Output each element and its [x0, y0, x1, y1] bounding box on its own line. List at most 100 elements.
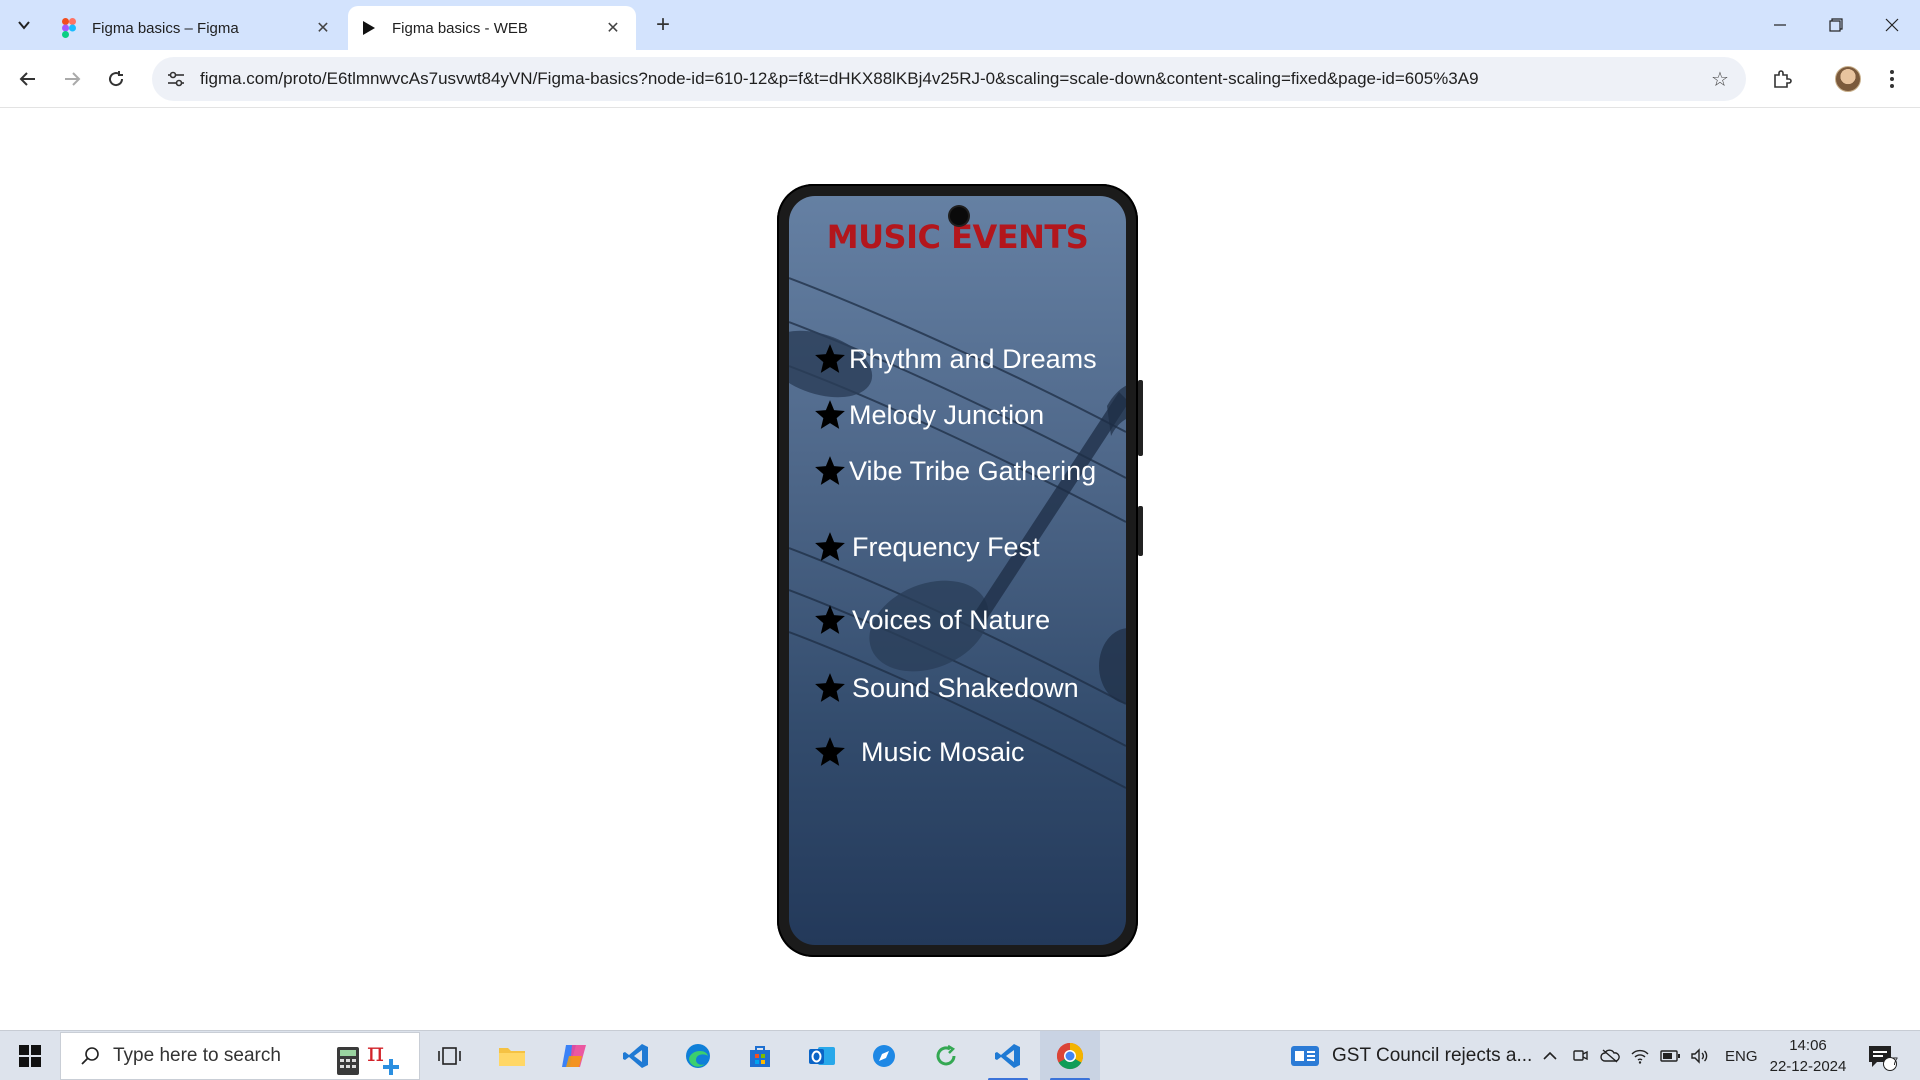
taskbar-vscode-open[interactable] — [978, 1031, 1038, 1080]
menu-button[interactable] — [1876, 63, 1908, 95]
taskbar-outlook[interactable] — [792, 1031, 852, 1080]
window-controls — [1752, 0, 1920, 50]
event-item-voices-of-nature[interactable]: Voices of Nature — [811, 601, 1050, 639]
news-widget[interactable]: GST Council rejects a... — [1290, 1031, 1532, 1080]
taskbar-edge[interactable] — [668, 1031, 728, 1080]
event-label: Melody Junction — [849, 399, 1045, 430]
search-highlight-icon: π — [337, 1038, 399, 1075]
event-item-frequency-fest[interactable]: Frequency Fest — [811, 528, 1040, 566]
close-icon[interactable]: ✕ — [602, 17, 624, 39]
start-button[interactable] — [0, 1031, 60, 1080]
meeting-icon[interactable] — [1567, 1043, 1593, 1069]
star-icon — [811, 452, 849, 490]
tab-figma-basics-web[interactable]: Figma basics - WEB ✕ — [348, 6, 636, 50]
phone-screen: MUSIC EVENTS Rhythm and Dreams Melody Ju… — [789, 196, 1126, 945]
vscode-icon — [995, 1044, 1020, 1068]
event-item-sound-shakedown[interactable]: Sound Shakedown — [811, 669, 1079, 707]
close-window-button[interactable] — [1864, 0, 1920, 50]
back-button[interactable] — [12, 63, 44, 95]
battery-icon[interactable] — [1657, 1043, 1683, 1069]
front-camera — [950, 207, 968, 225]
onedrive-icon[interactable] — [1597, 1043, 1623, 1069]
restore-icon — [1829, 18, 1843, 32]
folder-icon — [499, 1048, 525, 1066]
event-label: Music Mosaic — [861, 736, 1025, 767]
close-icon[interactable]: ✕ — [312, 17, 334, 39]
windows-taskbar: Type here to search π GST Council reject… — [0, 1030, 1920, 1080]
event-item-vibe-tribe-gathering[interactable]: Vibe Tribe Gathering — [811, 452, 1096, 490]
bookmark-star-icon[interactable]: ☆ — [1702, 61, 1738, 97]
news-headline: GST Council rejects a... — [1332, 1045, 1533, 1066]
event-label: Voices of Nature — [852, 604, 1051, 635]
tab-title: Figma basics - WEB — [392, 19, 528, 37]
event-item-melody-junction[interactable]: Melody Junction — [811, 396, 1044, 434]
forward-button[interactable] — [56, 63, 88, 95]
taskbar-refresh-app[interactable] — [916, 1031, 976, 1080]
chevron-down-icon — [18, 21, 30, 30]
system-tray: ENG — [1535, 1031, 1770, 1080]
clock-time: 14:06 — [1789, 1037, 1827, 1054]
copilot-icon — [562, 1045, 586, 1067]
chevron-up-icon[interactable] — [1537, 1043, 1563, 1069]
star-icon — [811, 669, 849, 707]
volume-icon[interactable] — [1687, 1043, 1713, 1069]
windows-logo-icon — [19, 1045, 41, 1067]
edge-icon — [686, 1044, 710, 1068]
wifi-icon[interactable] — [1627, 1043, 1653, 1069]
reload-icon — [109, 71, 124, 87]
star-icon — [811, 396, 849, 434]
vscode-icon — [623, 1044, 648, 1068]
browser-toolbar: figma.com/proto/E6tlmnwvcAs7usvwt84yVN/F… — [0, 50, 1920, 108]
task-view-icon — [438, 1047, 461, 1065]
event-label: Sound Shakedown — [852, 672, 1079, 703]
tab-search-button[interactable] — [8, 9, 40, 41]
star-icon — [811, 528, 849, 566]
close-icon — [1885, 18, 1899, 32]
taskbar-remote-app[interactable] — [854, 1031, 914, 1080]
figma-icon — [60, 18, 78, 38]
site-settings-icon[interactable] — [158, 61, 194, 97]
profile-button[interactable] — [1832, 63, 1864, 95]
browser-tabbar: Figma basics – Figma ✕ Figma basics - WE… — [0, 0, 1920, 50]
reload-button[interactable] — [100, 63, 132, 95]
page-viewport: MUSIC EVENTS Rhythm and Dreams Melody Ju… — [0, 109, 1920, 1030]
taskbar-vscode[interactable] — [606, 1031, 666, 1080]
language-indicator[interactable]: ENG — [1725, 1048, 1758, 1065]
minimize-icon — [1774, 24, 1786, 26]
star-icon — [811, 733, 849, 771]
play-icon — [360, 19, 378, 37]
phone-side-button — [1138, 506, 1143, 556]
tab-title: Figma basics – Figma — [92, 19, 239, 37]
phone-side-button — [1138, 380, 1143, 456]
news-icon — [1291, 1046, 1319, 1066]
taskbar-file-explorer[interactable] — [482, 1031, 542, 1080]
url-text[interactable]: figma.com/proto/E6tlmnwvcAs7usvwt84yVN/F… — [200, 69, 1702, 89]
taskbar-search-box[interactable]: Type here to search π — [60, 1032, 420, 1080]
event-label: Frequency Fest — [852, 531, 1040, 562]
star-icon — [811, 340, 849, 378]
taskbar-copilot[interactable] — [544, 1031, 604, 1080]
circular-arrows-icon — [936, 1044, 956, 1066]
restore-button[interactable] — [1808, 0, 1864, 50]
address-bar[interactable]: figma.com/proto/E6tlmnwvcAs7usvwt84yVN/F… — [152, 57, 1746, 101]
new-tab-button[interactable]: + — [648, 10, 678, 40]
event-item-rhythm-and-dreams[interactable]: Rhythm and Dreams — [811, 340, 1097, 378]
search-placeholder: Type here to search — [113, 1045, 281, 1066]
notification-count: 7 — [1891, 1056, 1899, 1068]
system-clock[interactable]: 14:06 22-12-2024 — [1760, 1035, 1856, 1077]
event-item-music-mosaic[interactable]: Music Mosaic — [811, 733, 1025, 771]
store-icon — [750, 1046, 770, 1067]
notification-center-button[interactable]: 7 — [1864, 1039, 1900, 1075]
taskbar-microsoft-store[interactable] — [730, 1031, 790, 1080]
event-label: Vibe Tribe Gathering — [849, 455, 1097, 486]
taskbar-chrome[interactable] — [1040, 1031, 1100, 1080]
kebab-menu-icon — [1890, 70, 1894, 88]
svg-text:π: π — [367, 1038, 384, 1068]
extensions-button[interactable] — [1766, 63, 1798, 95]
puzzle-icon — [1774, 70, 1792, 88]
music-note-background — [789, 277, 1126, 789]
task-view-button[interactable] — [420, 1031, 480, 1080]
minimize-button[interactable] — [1752, 0, 1808, 50]
tab-figma-basics-editor[interactable]: Figma basics – Figma ✕ — [48, 6, 346, 50]
phone-frame: MUSIC EVENTS Rhythm and Dreams Melody Ju… — [777, 184, 1143, 957]
